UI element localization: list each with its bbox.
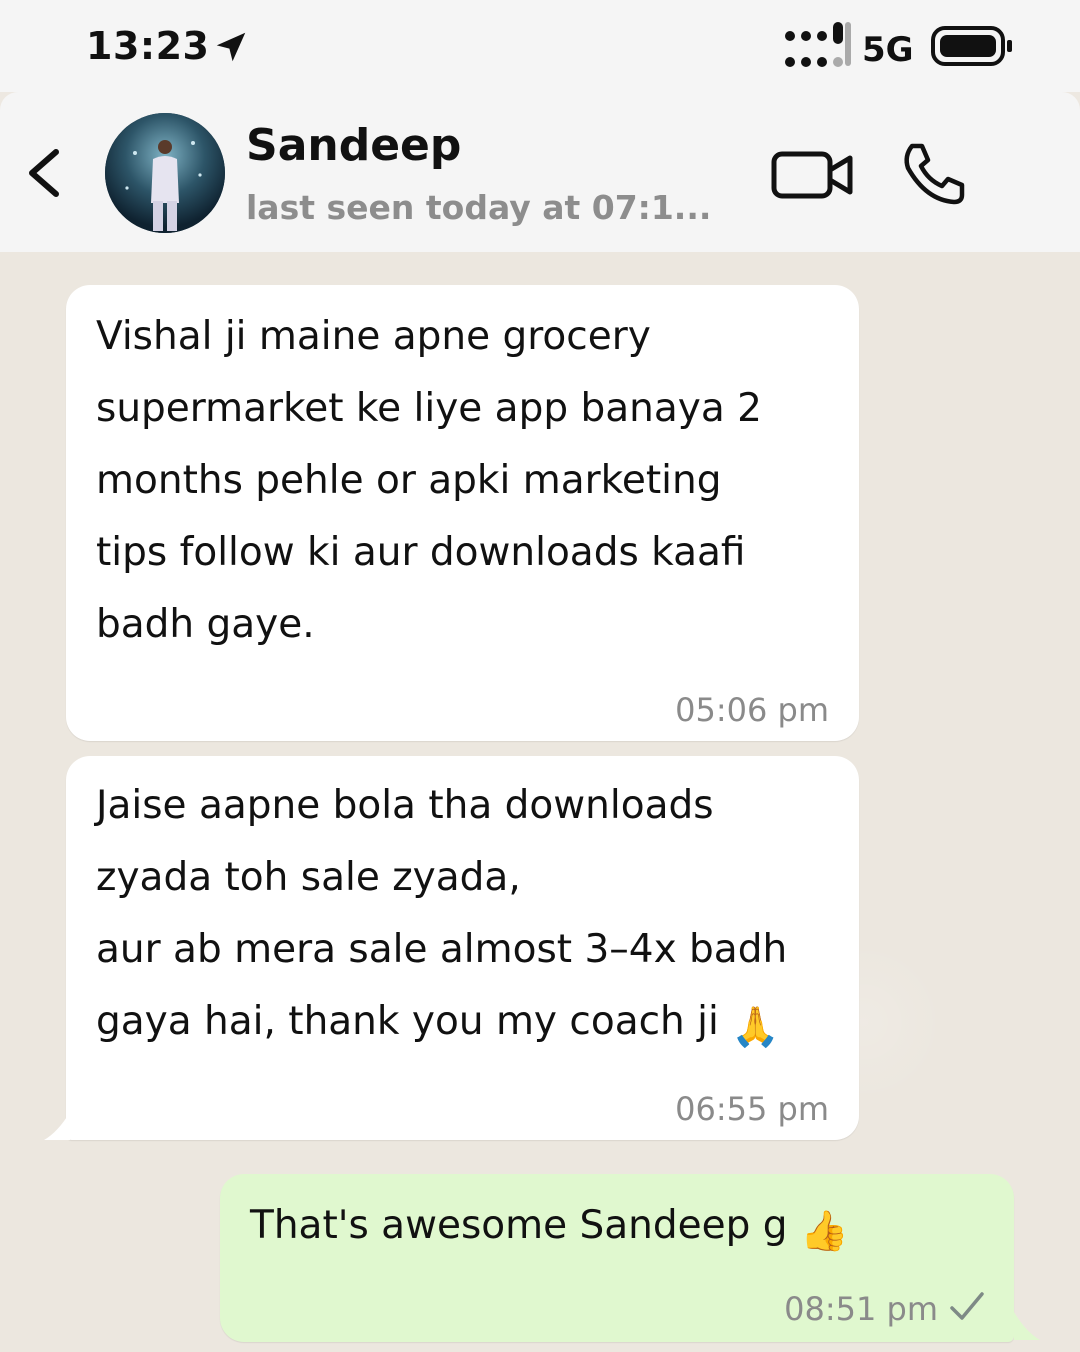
message-bubble-outgoing[interactable]: That's awesome Sandeep g 👍 08:51 pm — [220, 1174, 1014, 1342]
status-time: 13:23 — [86, 24, 210, 68]
folded-hands-emoji-icon: 🙏 — [731, 1005, 780, 1050]
message-text-main: Jaise aapne bola tha downloads zyada toh… — [96, 783, 788, 1044]
message-text: That's awesome Sandeep g 👍 — [250, 1190, 990, 1268]
message-text-main: That's awesome Sandeep g — [250, 1203, 800, 1248]
thumbs-up-emoji-icon: 👍 — [799, 1209, 849, 1254]
chat-header: Sandeep last seen today at 07:1... — [0, 92, 1080, 252]
message-time: 08:51 pm — [784, 1290, 938, 1328]
phone-icon[interactable] — [896, 138, 972, 208]
video-call-icon[interactable] — [768, 142, 858, 208]
bubble-tail — [44, 1112, 70, 1140]
message-text: Vishal ji maine apne grocery supermarket… — [96, 314, 762, 647]
location-arrow-icon — [216, 32, 246, 62]
chat-area[interactable]: Vishal ji maine apne grocery supermarket… — [0, 252, 1080, 1352]
signal-icon — [785, 22, 851, 67]
last-seen-status: last seen today at 07:1... — [246, 188, 712, 227]
message-time: 06:55 pm — [675, 1090, 829, 1128]
avatar[interactable] — [105, 113, 225, 233]
bubble-tail — [1014, 1312, 1040, 1340]
message-bubble-incoming[interactable]: Jaise aapne bola tha downloads zyada toh… — [66, 756, 859, 1140]
avatar-photo-icon — [105, 113, 225, 233]
sent-check-icon — [950, 1292, 984, 1320]
back-chevron-icon[interactable] — [18, 138, 72, 208]
contact-name[interactable]: Sandeep — [246, 120, 461, 171]
network-type: 5G — [862, 30, 914, 70]
message-bubble-incoming[interactable]: Vishal ji maine apne grocery supermarket… — [66, 285, 859, 741]
status-bar: 13:23 5G — [0, 0, 1080, 92]
battery-icon — [931, 26, 1012, 66]
message-text: Jaise aapne bola tha downloads zyada toh… — [96, 770, 856, 1064]
message-time: 05:06 pm — [675, 691, 829, 729]
